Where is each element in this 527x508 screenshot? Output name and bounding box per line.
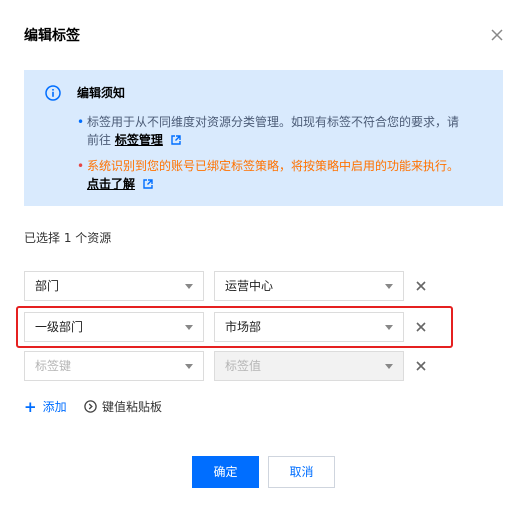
learn-more-link[interactable]: 点击了解 bbox=[87, 177, 135, 191]
edit-tags-dialog: 编辑标签 编辑须知 • 标签用于从不同维度对资源分类管理。如现有标签不符合您的要… bbox=[0, 0, 527, 508]
confirm-button[interactable]: 确定 bbox=[192, 456, 259, 488]
close-icon[interactable] bbox=[490, 28, 504, 42]
dialog-title: 编辑标签 bbox=[24, 28, 80, 44]
tag-key-select[interactable]: 一级部门 bbox=[24, 312, 204, 342]
remove-icon[interactable] bbox=[415, 321, 427, 333]
chevron-down-icon bbox=[385, 325, 393, 330]
add-tag-button[interactable]: + 添加 bbox=[24, 398, 67, 416]
tag-row: 一级部门 市场部 bbox=[24, 312, 444, 342]
clipboard-label: 键值粘贴板 bbox=[102, 400, 163, 414]
notice-line-2: 前往 标签管理 bbox=[87, 131, 181, 149]
cancel-button[interactable]: 取消 bbox=[268, 456, 335, 488]
tag-key-value: 部门 bbox=[35, 279, 60, 293]
clipboard-button[interactable]: 键值粘贴板 bbox=[84, 398, 162, 415]
notice-box: 编辑须知 • 标签用于从不同维度对资源分类管理。如现有标签不符合您的要求，请 前… bbox=[24, 70, 503, 206]
remove-icon[interactable] bbox=[415, 280, 427, 292]
remove-icon[interactable] bbox=[415, 360, 427, 372]
tag-key-value: 一级部门 bbox=[35, 320, 84, 334]
chevron-down-icon bbox=[185, 325, 193, 330]
chevron-down-icon bbox=[185, 284, 193, 289]
bullet: • bbox=[77, 159, 85, 173]
notice-line-2-prefix: 前往 bbox=[87, 133, 112, 147]
bullet: • bbox=[77, 115, 85, 129]
tag-value-value: 市场部 bbox=[225, 320, 262, 334]
chevron-down-icon bbox=[385, 284, 393, 289]
notice-line-3: 系统识别到您的账号已绑定标签策略，将按策略中启用的功能来执行。 bbox=[87, 159, 460, 173]
tag-value-select[interactable]: 运营中心 bbox=[214, 271, 404, 301]
external-link-icon[interactable] bbox=[170, 135, 181, 145]
add-tag-label: 添加 bbox=[42, 400, 67, 414]
tag-value-select[interactable]: 市场部 bbox=[214, 312, 404, 342]
notice-line-1: 标签用于从不同维度对资源分类管理。如现有标签不符合您的要求，请 bbox=[87, 115, 460, 129]
tag-key-placeholder: 标签键 bbox=[35, 359, 72, 373]
tag-management-link[interactable]: 标签管理 bbox=[115, 133, 163, 147]
chevron-down-icon bbox=[385, 364, 393, 369]
notice-title: 编辑须知 bbox=[77, 86, 126, 100]
chevron-down-icon bbox=[185, 364, 193, 369]
tag-value-select: 标签值 bbox=[214, 351, 404, 381]
tag-value-placeholder: 标签值 bbox=[225, 359, 262, 373]
plus-icon: + bbox=[24, 398, 37, 416]
selected-resources-count: 已选择 1 个资源 bbox=[24, 231, 112, 245]
tag-key-select[interactable]: 部门 bbox=[24, 271, 204, 301]
tag-row: 标签键 标签值 bbox=[24, 351, 444, 381]
notice-line-4: 点击了解 bbox=[87, 175, 153, 193]
tag-row: 部门 运营中心 bbox=[24, 271, 444, 301]
clipboard-icon bbox=[84, 400, 97, 413]
external-link-icon[interactable] bbox=[143, 179, 153, 189]
tag-key-select[interactable]: 标签键 bbox=[24, 351, 204, 381]
info-icon bbox=[45, 85, 61, 101]
tag-value-value: 运营中心 bbox=[225, 279, 274, 293]
